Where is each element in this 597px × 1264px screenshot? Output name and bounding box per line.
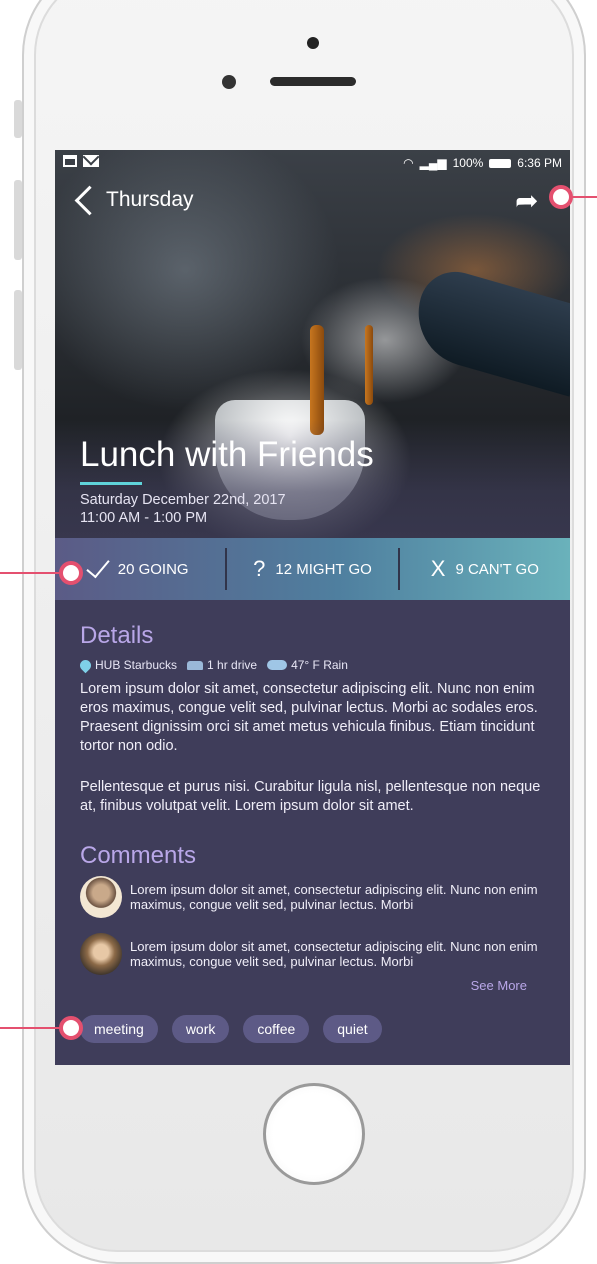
checkmark-icon	[86, 553, 110, 579]
rsvp-bar: 20 GOING ? 12 MIGHT GO X 9 CAN'T GO	[55, 538, 570, 600]
question-mark-icon: ?	[253, 556, 266, 581]
callout-line-tags	[0, 1027, 62, 1029]
earpiece-speaker	[270, 77, 356, 86]
car-icon	[187, 660, 204, 670]
comment-item: Lorem ipsum dolor sit amet, consectetur …	[80, 933, 550, 975]
calendar-icon	[63, 155, 77, 167]
travel-label: 1 hr drive	[207, 658, 258, 672]
proximity-sensor	[307, 37, 319, 49]
weather-info: 47° F Rain	[267, 658, 348, 672]
see-more-link[interactable]: See More	[471, 978, 527, 993]
tag-chip[interactable]: work	[171, 1015, 230, 1043]
volume-up-button	[14, 180, 22, 260]
clock: 6:36 PM	[517, 156, 562, 170]
comment-item: Lorem ipsum dolor sit amet, consectetur …	[80, 876, 550, 918]
app-screen: ◠ ▂▄▆ 100% 6:36 PM Thursday ➦ Lunch with…	[55, 150, 570, 1065]
status-bar: ◠ ▂▄▆ 100% 6:36 PM	[55, 150, 570, 176]
travel-info: 1 hr drive	[187, 658, 257, 672]
callout-dot-share	[549, 185, 573, 209]
event-title: Lunch with Friends	[80, 435, 374, 474]
callout-dot-tags	[59, 1016, 83, 1040]
rsvp-cant-button[interactable]: X 9 CAN'T GO	[400, 538, 570, 600]
map-pin-icon	[77, 657, 94, 673]
hero-coffee-stream	[310, 325, 324, 435]
back-button[interactable]: Thursday	[73, 185, 194, 215]
chevron-left-icon	[74, 185, 105, 215]
wifi-icon: ◠	[403, 156, 414, 170]
callout-line-rsvp	[0, 572, 62, 574]
weather-label: 47° F Rain	[291, 658, 348, 672]
tag-list: meeting work coffee quiet	[80, 1015, 382, 1043]
back-label: Thursday	[106, 188, 194, 211]
rsvp-maybe-button[interactable]: ? 12 MIGHT GO	[227, 538, 397, 600]
comments-heading: Comments	[80, 842, 197, 869]
details-heading: Details	[80, 622, 154, 649]
hero-espresso-machine	[405, 263, 570, 397]
mail-icon	[83, 155, 99, 167]
event-meta: HUB Starbucks 1 hr drive 47° F Rain	[77, 657, 348, 673]
event-hero-image	[55, 150, 570, 600]
event-date: Saturday December 22nd, 2017	[80, 492, 286, 508]
location-label: HUB Starbucks	[95, 658, 178, 672]
mute-switch	[14, 100, 22, 138]
location-link[interactable]: HUB Starbucks	[77, 657, 178, 673]
battery-icon	[489, 158, 512, 168]
x-mark-icon: X	[430, 556, 446, 581]
avatar[interactable]	[80, 876, 122, 918]
volume-down-button	[14, 290, 22, 370]
tag-chip[interactable]: meeting	[80, 1015, 158, 1043]
comment-text: Lorem ipsum dolor sit amet, consectetur …	[130, 939, 538, 969]
details-paragraph-2: Pellentesque et purus nisi. Curabitur li…	[80, 779, 541, 814]
hero-coffee-stream-2	[365, 325, 373, 405]
avatar[interactable]	[80, 933, 122, 975]
battery-percent: 100%	[452, 156, 484, 170]
details-paragraph-1: Lorem ipsum dolor sit amet, consectetur …	[80, 681, 538, 754]
rsvp-maybe-label: 12 MIGHT GO	[275, 560, 372, 578]
callout-line-share	[570, 196, 597, 198]
rsvp-going-label: 20 GOING	[117, 560, 189, 578]
rsvp-cant-label: 9 CAN'T GO	[455, 560, 539, 578]
comment-text: Lorem ipsum dolor sit amet, consectetur …	[130, 882, 538, 912]
event-time: 11:00 AM - 1:00 PM	[80, 510, 208, 526]
tag-chip[interactable]: coffee	[243, 1015, 310, 1043]
share-arrow-icon: ➦	[515, 185, 539, 216]
callout-dot-rsvp	[59, 561, 83, 585]
front-camera	[222, 75, 236, 89]
home-button[interactable]	[263, 1083, 365, 1185]
signal-icon: ▂▄▆	[419, 156, 447, 170]
rain-cloud-icon	[267, 660, 288, 670]
tag-chip[interactable]: quiet	[323, 1015, 382, 1043]
title-accent-line	[80, 482, 142, 485]
